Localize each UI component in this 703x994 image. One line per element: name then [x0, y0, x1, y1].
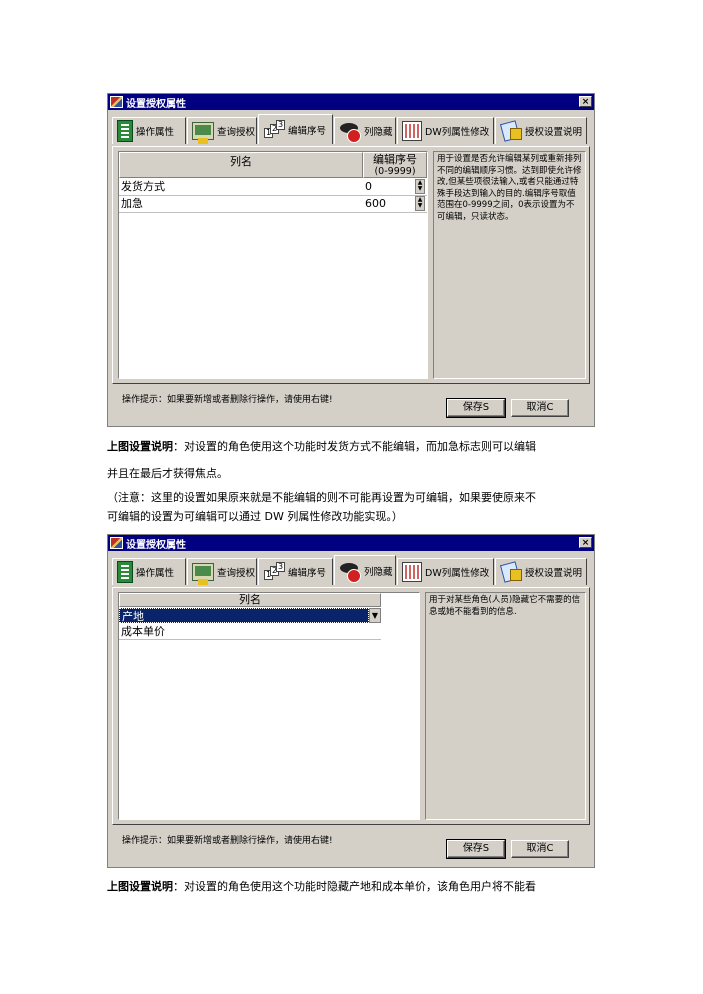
title-bar: 设置授权属性 ×	[108, 535, 594, 551]
header-label: 列名	[230, 155, 252, 168]
list-icon	[117, 561, 133, 583]
tab-strip: 操作属性 查询授权 1 2 3 编辑序号 列隐藏 DW列属性修改 授权设置说明	[112, 555, 588, 585]
tab-label: 列隐藏	[364, 127, 393, 138]
grid-sheet-icon	[402, 562, 422, 582]
app-icon	[110, 537, 123, 549]
description-box: 用于设置是否允许编辑某列或重新排列不同的编辑顺序习惯。达到即使允许修改,但某些项…	[433, 151, 586, 379]
close-button[interactable]: ×	[579, 537, 592, 548]
chevron-down-icon[interactable]: ▼	[369, 608, 381, 623]
tab-dw-column-props[interactable]: DW列属性修改	[397, 117, 494, 144]
document-key-icon	[500, 561, 522, 583]
eye-blocked-icon	[339, 560, 361, 583]
description-box: 用于对某些角色(人员)隐藏它不需要的信息或她不能看到的信息.	[425, 592, 586, 820]
table-row[interactable]: 产地 ▼	[119, 608, 381, 623]
tab-label: 操作属性	[136, 127, 175, 138]
tab-operation-props[interactable]: 操作属性	[112, 558, 186, 585]
tab-dw-column-props[interactable]: DW列属性修改	[397, 558, 494, 585]
tab-operation-props[interactable]: 操作属性	[112, 117, 186, 144]
column-select[interactable]: 产地	[119, 608, 369, 623]
tab-edit-sequence[interactable]: 1 2 3 编辑序号	[258, 558, 333, 585]
table-row[interactable]: 加急 600 ▲ ▼	[119, 196, 427, 213]
row-name: 成本单价	[121, 625, 165, 638]
caption-label: 上图设置说明	[107, 440, 173, 453]
row-name: 加急	[121, 197, 143, 210]
caption-paragraph-1: 上图设置说明：对设置的角色使用这个功能时发货方式不能编辑，而加急标志则可以编辑	[107, 440, 536, 454]
caption-line-2: 并且在最后才获得焦点。	[107, 467, 228, 480]
numbered-cards-icon: 123	[264, 119, 286, 138]
header-label: 编辑序号	[373, 153, 417, 166]
list-icon	[117, 120, 133, 142]
tab-column-hide[interactable]: 列隐藏	[334, 117, 396, 144]
tab-label: 列隐藏	[364, 566, 393, 578]
operation-tip: 操作提示：如果要新增或者删除行操作，请使用右键!	[122, 836, 333, 846]
tab-label: 操作属性	[136, 568, 175, 579]
tab-label: 授权设置说明	[525, 568, 583, 579]
save-button[interactable]: 保存S	[446, 398, 506, 418]
caption-text: ：对设置的角色使用这个功能时隐藏产地和成本单价，该角色用户将不能看	[173, 880, 536, 893]
numbered-cards-icon: 123	[264, 562, 286, 580]
tab-panel: 列名 编辑序号 (0-9999) 发货方式 0 ▲ ▼ 加急 600 ▲ ▼ 用于设置…	[112, 146, 590, 384]
tab-label: 授权设置说明	[525, 127, 583, 138]
title-bar: 设置授权属性 ×	[108, 94, 594, 110]
tab-query-auth[interactable]: 查询授权	[187, 558, 257, 585]
tab-label: DW列属性修改	[425, 127, 490, 138]
tab-strip: 操作属性 查询授权 1 2 3 编辑序号 列隐藏 DW列属性修改 授权设置说明	[112, 114, 588, 144]
tab-label: 查询授权	[217, 127, 256, 138]
window-title: 设置授权属性	[126, 539, 186, 551]
header-label: 列名	[239, 593, 261, 606]
caption-text: ：对设置的角色使用这个功能时发货方式不能编辑，而加急标志则可以编辑	[173, 440, 536, 453]
sequence-input[interactable]: 0	[363, 179, 415, 194]
note-line-2: 可编辑的设置为可编辑可以通过 DW 列属性修改功能实现。）	[107, 510, 403, 523]
operation-tip: 操作提示：如果要新增或者删除行操作，请使用右键!	[122, 395, 333, 405]
tab-label: 编辑序号	[288, 568, 327, 579]
settings-dialog-1: 设置授权属性 × 操作属性 查询授权 1 2 3 编辑序号 列隐藏 DW列属性修改 授…	[107, 93, 595, 427]
table-row[interactable]: 成本单价	[119, 624, 381, 640]
tab-query-auth[interactable]: 查询授权	[187, 117, 257, 144]
caption-label: 上图设置说明	[107, 880, 173, 893]
header-range: (0-9999)	[374, 166, 416, 177]
tab-label: DW列属性修改	[425, 568, 490, 579]
cancel-button[interactable]: 取消C	[511, 399, 569, 417]
tab-label: 编辑序号	[288, 125, 327, 137]
monitor-key-icon	[192, 563, 214, 585]
grid-sheet-icon	[402, 121, 422, 141]
column-header-name: 列名	[119, 593, 381, 607]
table-row[interactable]: 发货方式 0 ▲ ▼	[119, 179, 427, 196]
tab-label: 查询授权	[217, 568, 256, 579]
cancel-button[interactable]: 取消C	[511, 840, 569, 858]
sequence-input[interactable]: 600	[363, 196, 415, 211]
tab-auth-instructions[interactable]: 授权设置说明	[495, 558, 587, 585]
note-line-1: （注意：这里的设置如果原来就是不能编辑的则不可能再设置为可编辑，如果要使原来不	[107, 491, 536, 504]
tab-column-hide[interactable]: 列隐藏	[334, 555, 396, 585]
sequence-grid: 列名 编辑序号 (0-9999) 发货方式 0 ▲ ▼ 加急 600 ▲ ▼	[118, 151, 428, 379]
monitor-key-icon	[192, 122, 214, 144]
column-header-name: 列名	[119, 152, 363, 178]
grid-header: 列名 编辑序号 (0-9999)	[119, 152, 427, 178]
close-button[interactable]: ×	[579, 96, 592, 107]
eye-blocked-icon	[339, 120, 361, 143]
tab-auth-instructions[interactable]: 授权设置说明	[495, 117, 587, 144]
app-icon	[110, 96, 123, 108]
tab-edit-sequence[interactable]: 1 2 3 编辑序号	[258, 114, 333, 144]
spinner-button[interactable]: ▲ ▼	[415, 196, 425, 211]
document-key-icon	[500, 120, 522, 142]
hidden-columns-grid: 列名 产地 ▼ 成本单价	[118, 592, 420, 820]
window-title: 设置授权属性	[126, 98, 186, 110]
caption-paragraph-2: 上图设置说明：对设置的角色使用这个功能时隐藏产地和成本单价，该角色用户将不能看	[107, 880, 536, 894]
spinner-button[interactable]: ▲ ▼	[415, 179, 425, 194]
save-button[interactable]: 保存S	[446, 839, 506, 859]
column-header-seq: 编辑序号 (0-9999)	[363, 152, 427, 178]
settings-dialog-2: 设置授权属性 × 操作属性 查询授权 1 2 3 编辑序号 列隐藏 DW列属性修改 授…	[107, 534, 595, 868]
tab-panel: 列名 产地 ▼ 成本单价 用于对某些角色(人员)隐藏它不需要的信息或她不能看到的…	[112, 587, 590, 825]
row-name: 发货方式	[121, 180, 165, 193]
